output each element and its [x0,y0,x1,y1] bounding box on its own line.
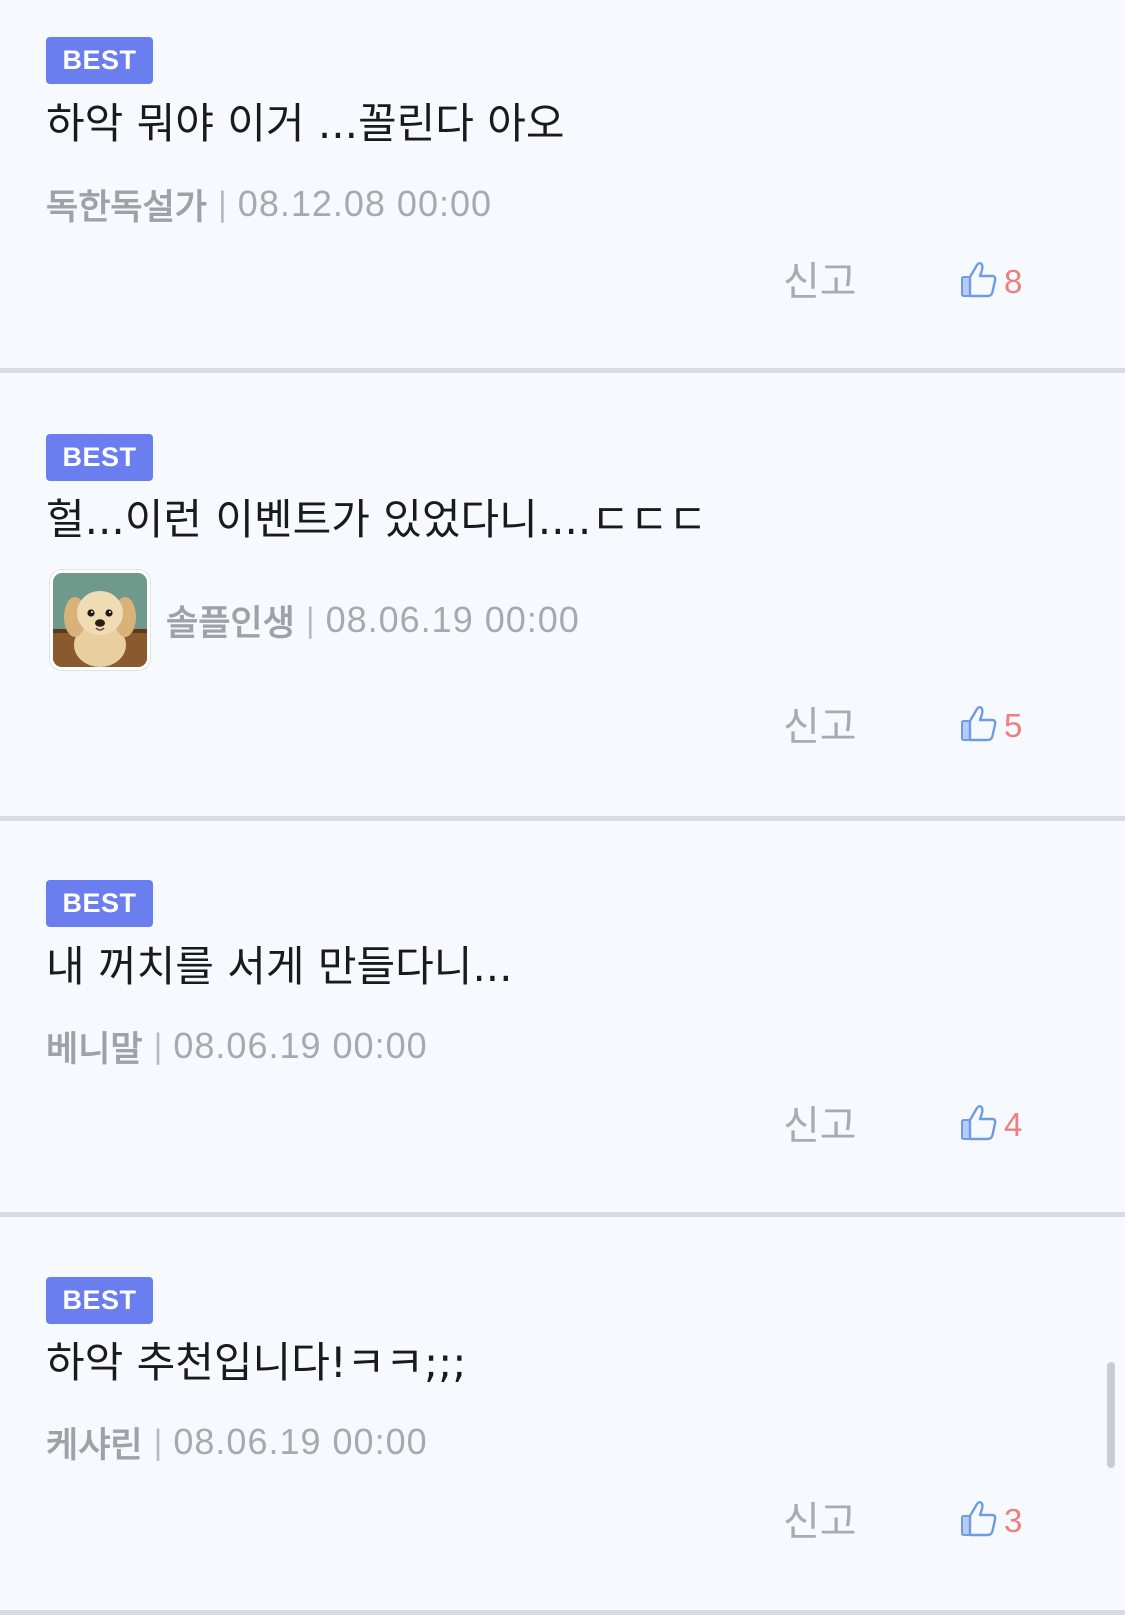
comment-meta: 솔플인생 | 08.06.19 00:00 [50,570,580,670]
like-button[interactable]: 3 [960,1500,1022,1542]
report-button[interactable]: 신고 [783,703,857,751]
comment-text: 헐...이런 이벤트가 있었다니....ㄷㄷㄷ [46,495,708,544]
comment-date: 08.06.19 00:00 [173,1025,428,1066]
comment-item: BEST 헐...이런 이벤트가 있었다니....ㄷㄷㄷ 솔플인생 | 08.0… [0,373,1125,821]
like-count: 5 [1004,707,1023,744]
thumbs-up-icon [960,1500,998,1542]
best-badge: BEST [46,37,153,84]
thumbs-up-icon [960,705,998,747]
author-name[interactable]: 케샤린 [46,1417,143,1468]
best-badge: BEST [46,434,153,481]
comment-text: 하악 뭐야 이거 ...꼴린다 아오 [46,99,565,148]
comment-date: 08.06.19 00:00 [325,599,580,640]
comment-item: BEST 하악 뭐야 이거 ...꼴린다 아오 독한독설가 | 08.12.08… [0,0,1125,373]
comment-item: BEST 내 꺼치를 서게 만들다니... 베니말 | 08.06.19 00:… [0,821,1125,1217]
thumbs-up-icon [960,261,998,303]
like-button[interactable]: 4 [960,1104,1022,1146]
like-count: 8 [1004,263,1023,300]
comment-list: BEST 하악 뭐야 이거 ...꼴린다 아오 독한독설가 | 08.12.08… [0,0,1125,1615]
best-badge: BEST [46,1277,153,1324]
comment-date: 08.06.19 00:00 [173,1421,428,1462]
author-name[interactable]: 솔플인생 [166,595,295,646]
report-button[interactable]: 신고 [783,258,857,306]
thumbs-up-icon [960,1104,998,1146]
comment-meta: 케샤린 | 08.06.19 00:00 [46,1420,428,1466]
comment-item: BEST 하악 추천입니다!ㅋㅋ;;; 케샤린 | 08.06.19 00:00… [0,1217,1125,1615]
comment-meta: 독한독설가 | 08.12.08 00:00 [46,182,493,228]
report-button[interactable]: 신고 [783,1498,857,1546]
like-count: 3 [1004,1502,1023,1539]
comment-date: 08.12.08 00:00 [237,183,493,224]
meta-separator: | [217,185,228,223]
meta-separator: | [152,1423,164,1461]
meta-separator: | [304,601,316,639]
like-button[interactable]: 5 [960,705,1022,747]
scrollbar[interactable] [1107,1362,1115,1468]
like-button[interactable]: 8 [960,261,1022,303]
author-name[interactable]: 베니말 [46,1021,143,1072]
like-count: 4 [1004,1106,1023,1143]
comment-text: 하악 추천입니다!ㅋㅋ;;; [46,1338,467,1387]
meta-separator: | [152,1027,164,1065]
dog-avatar-image[interactable] [50,570,150,670]
best-badge: BEST [46,880,153,927]
comment-meta: 베니말 | 08.06.19 00:00 [46,1024,428,1070]
author-name[interactable]: 독한독설가 [46,179,207,230]
comment-text: 내 꺼치를 서게 만들다니... [46,942,513,991]
report-button[interactable]: 신고 [783,1102,857,1150]
